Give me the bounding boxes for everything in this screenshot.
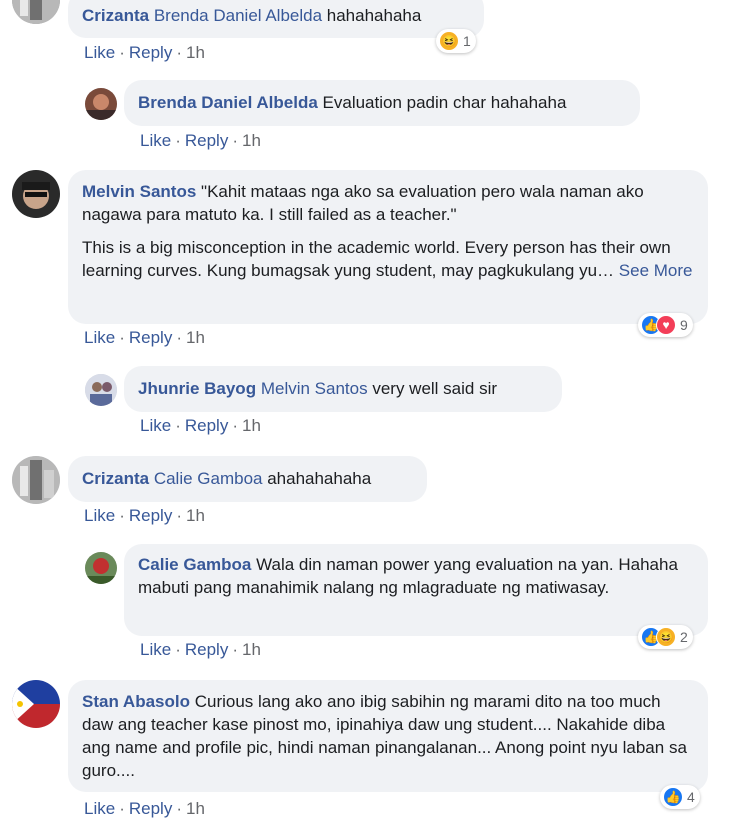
reaction-count: 4	[687, 789, 695, 805]
like-link[interactable]: Like	[84, 799, 115, 818]
comment-author[interactable]: Stan Abasolo	[82, 692, 190, 711]
comment-author[interactable]: Brenda Daniel Albelda	[138, 93, 318, 112]
comment-actions: Like · Reply · 1h	[140, 131, 261, 150]
comment-bubble: Brenda Daniel Albelda Evaluation padin c…	[124, 80, 640, 126]
avatar[interactable]	[12, 456, 60, 504]
comment-bubble: Crizanta Brenda Daniel Albelda hahahahah…	[68, 0, 484, 38]
love-reaction-icon: ♥	[656, 315, 676, 335]
avatar[interactable]	[85, 88, 117, 120]
timestamp[interactable]: 1h	[242, 131, 261, 150]
timestamp[interactable]: 1h	[242, 416, 261, 435]
mention-tag[interactable]: Melvin Santos	[261, 379, 368, 398]
reply-link[interactable]: Reply	[129, 43, 172, 62]
reply-link[interactable]: Reply	[129, 799, 172, 818]
comment-text-para-1: Melvin Santos "Kahit mataas nga ako sa e…	[82, 180, 694, 226]
timestamp[interactable]: 1h	[186, 328, 205, 347]
avatar[interactable]	[85, 552, 117, 584]
comment-author[interactable]: Calie Gamboa	[138, 555, 251, 574]
comment-bubble: Crizanta Calie Gamboa ahahahahaha	[68, 456, 427, 502]
comment-author[interactable]: Crizanta	[82, 6, 149, 25]
comment-actions: Like · Reply · 1h	[84, 328, 205, 347]
reply-link[interactable]: Reply	[185, 640, 228, 659]
reaction-count: 9	[680, 317, 688, 333]
like-link[interactable]: Like	[140, 640, 171, 659]
avatar[interactable]	[85, 374, 117, 406]
comment-actions: Like · Reply · 1h	[140, 640, 261, 659]
reply-link[interactable]: Reply	[185, 416, 228, 435]
like-link[interactable]: Like	[140, 131, 171, 150]
avatar[interactable]	[12, 680, 60, 728]
reaction-count: 2	[680, 629, 688, 645]
reply-link[interactable]: Reply	[129, 506, 172, 525]
reply-link[interactable]: Reply	[185, 131, 228, 150]
timestamp[interactable]: 1h	[242, 640, 261, 659]
like-link[interactable]: Like	[84, 43, 115, 62]
like-link[interactable]: Like	[84, 328, 115, 347]
comment-text: hahahahaha	[322, 6, 422, 25]
like-link[interactable]: Like	[140, 416, 171, 435]
reaction-count: 1	[463, 33, 471, 49]
comment-actions: Like · Reply · 1h	[84, 506, 205, 525]
haha-reaction-icon: 😆	[439, 31, 459, 51]
avatar[interactable]	[12, 0, 60, 24]
timestamp[interactable]: 1h	[186, 506, 205, 525]
comment-author[interactable]: Crizanta	[82, 469, 149, 488]
comment-bubble: Stan Abasolo Curious lang ako ano ibig s…	[68, 680, 708, 792]
haha-reaction-icon: 😆	[656, 627, 676, 647]
avatar[interactable]	[12, 170, 60, 218]
comment-text: very well said sir	[367, 379, 498, 398]
reply-link[interactable]: Reply	[129, 328, 172, 347]
comment-actions: Like · Reply · 1h	[84, 43, 205, 62]
comment-bubble: Jhunrie Bayog Melvin Santos very well sa…	[124, 366, 562, 412]
like-reaction-icon: 👍	[663, 787, 683, 807]
timestamp[interactable]: 1h	[186, 43, 205, 62]
comment-text: Evaluation padin char hahahaha	[317, 93, 567, 112]
comment-author[interactable]: Melvin Santos	[82, 182, 196, 201]
reaction-summary[interactable]: 👍 😆 2	[638, 625, 693, 649]
see-more-link[interactable]: See More	[619, 261, 693, 280]
reaction-summary[interactable]: 👍 ♥ 9	[638, 313, 693, 337]
comment-text: ahahahahaha	[262, 469, 372, 488]
comment-bubble: Melvin Santos "Kahit mataas nga ako sa e…	[68, 170, 708, 324]
mention-tag[interactable]: Calie Gamboa	[154, 469, 263, 488]
comment-author[interactable]: Jhunrie Bayog	[138, 379, 256, 398]
comment-text-para-2: This is a big misconception in the acade…	[82, 238, 693, 280]
comment-actions: Like · Reply · 1h	[84, 799, 205, 818]
comment-bubble: Calie Gamboa Wala din naman power yang e…	[124, 544, 708, 636]
mention-tag[interactable]: Brenda Daniel Albelda	[154, 6, 322, 25]
comment-actions: Like · Reply · 1h	[140, 416, 261, 435]
timestamp[interactable]: 1h	[186, 799, 205, 818]
reaction-summary[interactable]: 😆 1	[436, 29, 476, 53]
reaction-summary[interactable]: 👍 4	[660, 785, 700, 809]
like-link[interactable]: Like	[84, 506, 115, 525]
